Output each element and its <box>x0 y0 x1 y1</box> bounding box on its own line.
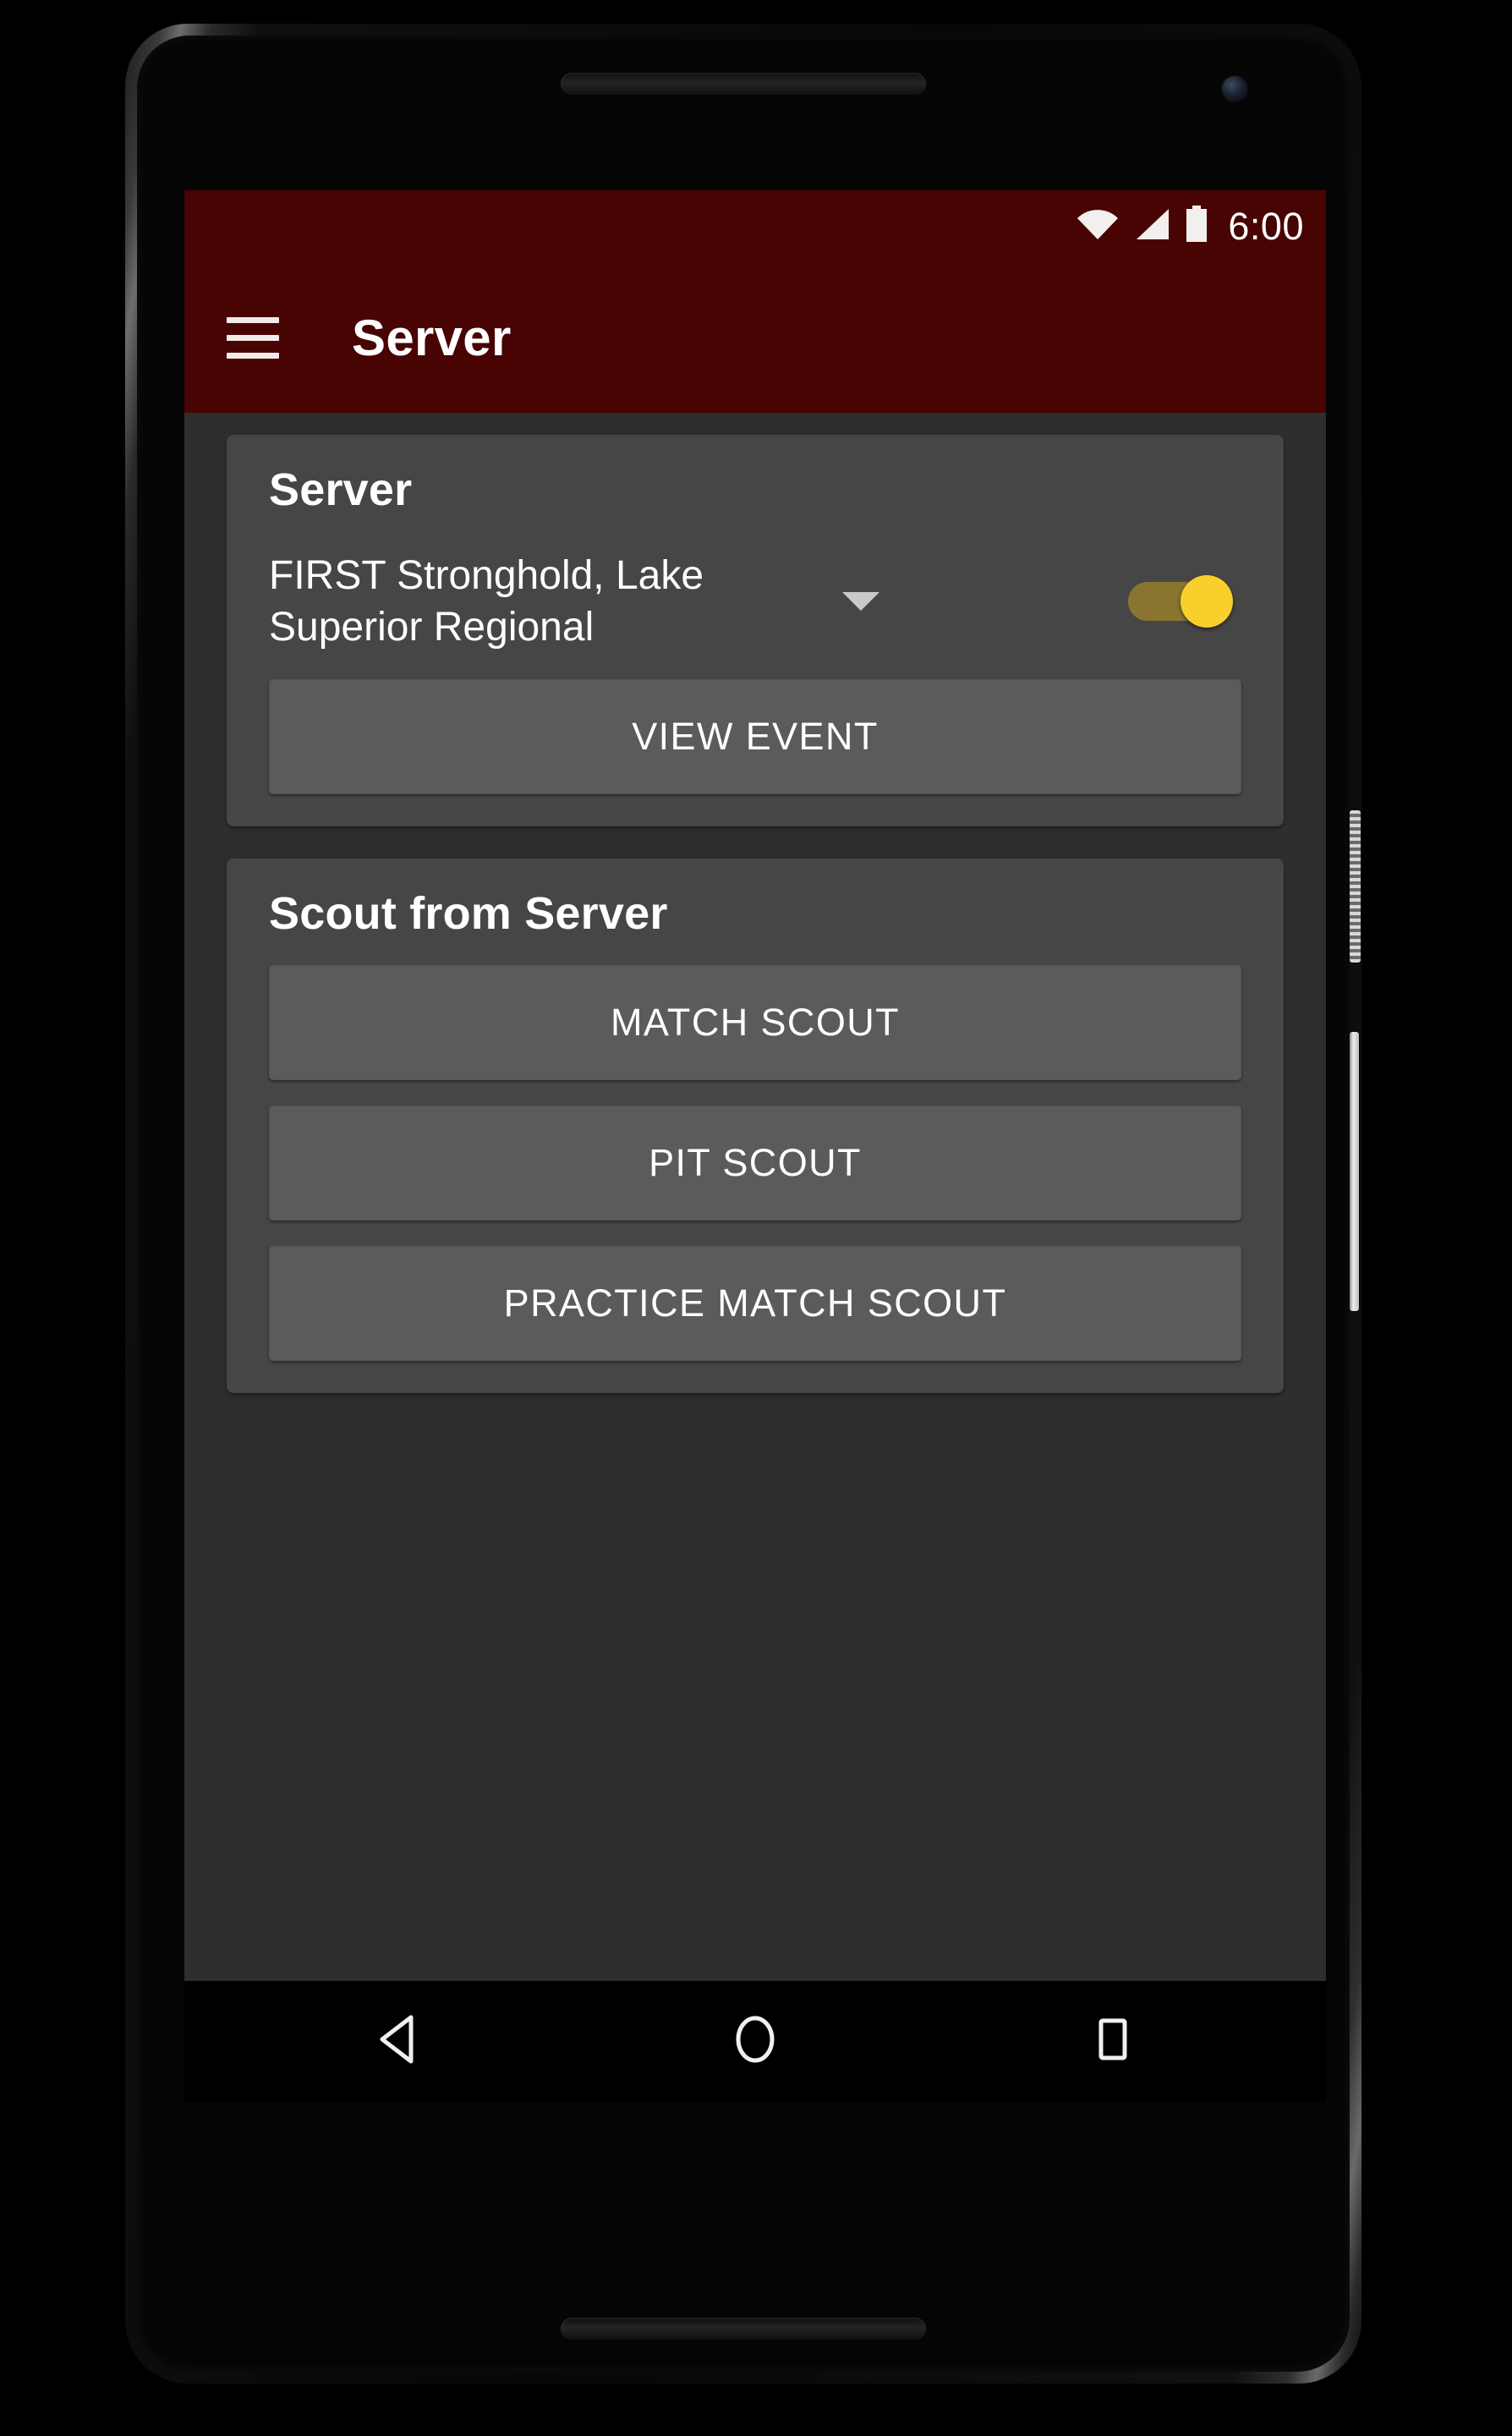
phone-screen: 6:00 Server Server FIRST Stronghold, Lak… <box>184 190 1326 2102</box>
view-event-button-label: VIEW EVENT <box>632 714 879 758</box>
home-button[interactable] <box>688 1981 823 2102</box>
server-selection-row: FIRST Stronghold, Lake Superior Regional <box>269 550 1241 654</box>
home-circle-icon <box>731 2014 779 2069</box>
status-clock: 6:00 <box>1228 204 1304 248</box>
status-bar: 6:00 <box>184 190 1326 262</box>
scout-card-title: Scout from Server <box>269 887 668 939</box>
earpiece-speaker <box>561 73 926 95</box>
menu-line-1 <box>227 316 279 323</box>
back-button[interactable] <box>330 1981 465 2102</box>
practice-match-scout-button[interactable]: PRACTICE MATCH SCOUT <box>269 1245 1241 1361</box>
front-camera-icon <box>1222 76 1247 102</box>
android-navigation-bar <box>184 1981 1326 2102</box>
menu-line-2 <box>227 334 279 341</box>
recents-square-icon <box>1089 2014 1137 2069</box>
content-area: Server FIRST Stronghold, Lake Superior R… <box>184 413 1326 1981</box>
scout-from-server-card: Scout from Server MATCH SCOUT PIT SCOUT … <box>227 858 1284 1393</box>
recents-button[interactable] <box>1045 1981 1181 2102</box>
cellular-signal-icon <box>1133 207 1170 245</box>
match-scout-button[interactable]: MATCH SCOUT <box>269 964 1241 1080</box>
practice-match-scout-button-label: PRACTICE MATCH SCOUT <box>503 1281 1007 1325</box>
volume-rocker-button[interactable] <box>1350 1032 1359 1311</box>
wifi-icon <box>1076 207 1120 245</box>
bottom-speaker <box>561 2318 926 2340</box>
back-triangle-icon <box>374 2014 421 2069</box>
hamburger-menu-icon[interactable] <box>227 303 296 372</box>
server-enable-toggle[interactable] <box>1128 575 1233 628</box>
app-bar: Server <box>184 262 1326 413</box>
match-scout-button-label: MATCH SCOUT <box>610 1000 901 1044</box>
event-spinner-value: FIRST Stronghold, Lake Superior Regional <box>269 553 704 650</box>
server-card-title: Server <box>269 464 413 515</box>
pit-scout-button-label: PIT SCOUT <box>649 1140 862 1184</box>
power-button[interactable] <box>1350 810 1361 963</box>
menu-line-3 <box>227 352 279 359</box>
battery-icon <box>1184 206 1209 247</box>
view-event-button[interactable]: VIEW EVENT <box>269 678 1241 794</box>
event-spinner[interactable]: FIRST Stronghold, Lake Superior Regional <box>269 550 1082 654</box>
pit-scout-button[interactable]: PIT SCOUT <box>269 1105 1241 1221</box>
server-card: Server FIRST Stronghold, Lake Superior R… <box>227 435 1284 826</box>
toggle-thumb <box>1181 575 1233 628</box>
chevron-down-icon <box>842 592 879 612</box>
page-title: Server <box>352 309 512 366</box>
